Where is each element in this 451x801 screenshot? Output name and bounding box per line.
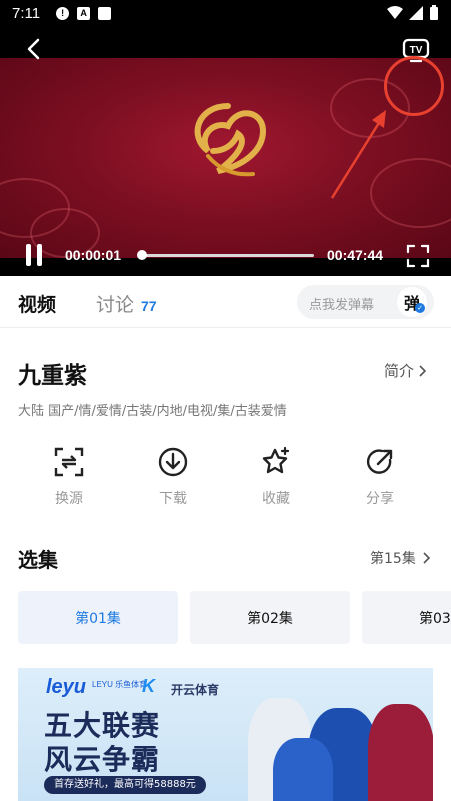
- download-icon: [158, 447, 188, 477]
- pause-bar: [37, 244, 42, 266]
- action-label: 收藏: [262, 491, 290, 507]
- player-figure: [273, 738, 333, 801]
- total-time: 00:47:44: [327, 247, 384, 263]
- kaiyun-mark: K: [142, 676, 155, 696]
- wifi-icon: [387, 6, 403, 19]
- switch-source-button[interactable]: 换源: [34, 446, 104, 508]
- back-arrow-icon[interactable]: [22, 36, 48, 62]
- check-icon: ✓: [415, 303, 425, 313]
- content-tabs: 视频 讨论 77 点我发弹幕 弹 ✓: [0, 276, 451, 328]
- banner-promo: 首存送好礼，最高可得58888元: [44, 776, 206, 794]
- favorite-button[interactable]: 收藏: [241, 446, 311, 508]
- action-label: 下载: [159, 491, 187, 507]
- chevron-right-icon: [419, 364, 427, 377]
- square-notification-icon: [98, 6, 112, 20]
- ad-banner[interactable]: leyu LEYU 乐鱼体育 K 开云体育 五大联赛 风云争霸 首存送好礼，最高…: [18, 668, 433, 801]
- episodes-title: 选集: [18, 548, 58, 572]
- battery-icon: [430, 5, 438, 20]
- alert-notification-icon: !: [56, 6, 70, 20]
- leyu-logo-sub: LEYU 乐鱼体育: [92, 680, 148, 689]
- svg-text:TV: TV: [410, 45, 423, 56]
- kaiyun-logo: 开云体育: [171, 683, 220, 697]
- share-button[interactable]: 分享: [345, 446, 415, 508]
- tab-discuss[interactable]: 讨论: [96, 290, 134, 317]
- episodes-all-link[interactable]: 第15集: [370, 548, 430, 568]
- discuss-count-badge: 77: [141, 298, 157, 314]
- download-button[interactable]: 下载: [138, 446, 208, 508]
- current-episode-label: 第15集: [370, 551, 416, 567]
- status-bar: 7:11 ! A: [0, 0, 451, 26]
- status-icons: [387, 5, 439, 21]
- progress-knob[interactable]: [137, 250, 147, 260]
- danmu-input[interactable]: 点我发弹幕 弹 ✓: [297, 285, 434, 319]
- fullscreen-icon[interactable]: [406, 244, 430, 268]
- episode-item[interactable]: 第02集: [190, 591, 350, 644]
- current-time: 00:00:01: [65, 247, 122, 263]
- progress-bar[interactable]: [137, 250, 314, 260]
- episode-item[interactable]: 第01集: [18, 591, 178, 644]
- pause-button[interactable]: [24, 244, 44, 266]
- phoenix-emblem-icon: [194, 103, 267, 177]
- danmu-toggle-button[interactable]: 弹 ✓: [397, 287, 427, 317]
- danmu-placeholder: 点我发弹幕: [309, 298, 375, 313]
- action-label: 分享: [366, 491, 394, 507]
- app-notification-icon: A: [77, 6, 91, 20]
- intro-label: 简介: [384, 362, 415, 380]
- banner-headline-2: 风云争霸: [44, 743, 161, 776]
- intro-link[interactable]: 简介: [384, 360, 427, 381]
- episode-item[interactable]: 第03集: [362, 591, 451, 644]
- tab-video[interactable]: 视频: [18, 290, 56, 317]
- chevron-right-icon: [423, 552, 430, 564]
- signal-icon: [409, 6, 423, 20]
- action-label: 换源: [55, 491, 83, 507]
- video-player[interactable]: TV 00:00:01 00:47:44: [0, 26, 451, 276]
- leyu-logo: leyu: [46, 676, 87, 698]
- player-figure: [368, 704, 433, 801]
- share-icon: [366, 449, 393, 474]
- status-time: 7:11: [12, 4, 41, 22]
- favorite-star-icon: [262, 446, 290, 474]
- annotation-arrow-icon: [330, 110, 386, 199]
- show-title: 九重紫: [18, 363, 87, 389]
- switch-source-icon: [54, 447, 84, 477]
- show-tags: 大陆 国产/情/爱情/古装/内地/电视/集/古装爱情: [18, 404, 287, 419]
- app-screen: 7:11 ! A TV 00:00:01 00:47:44 视频 讨论 77 点…: [0, 0, 451, 801]
- player-controls: 00:00:01 00:47:44: [0, 234, 451, 274]
- action-bar: 换源 下载 收藏 分享: [0, 446, 451, 516]
- episode-list: 第01集 第02集 第03集: [18, 591, 451, 645]
- pause-bar: [26, 244, 31, 266]
